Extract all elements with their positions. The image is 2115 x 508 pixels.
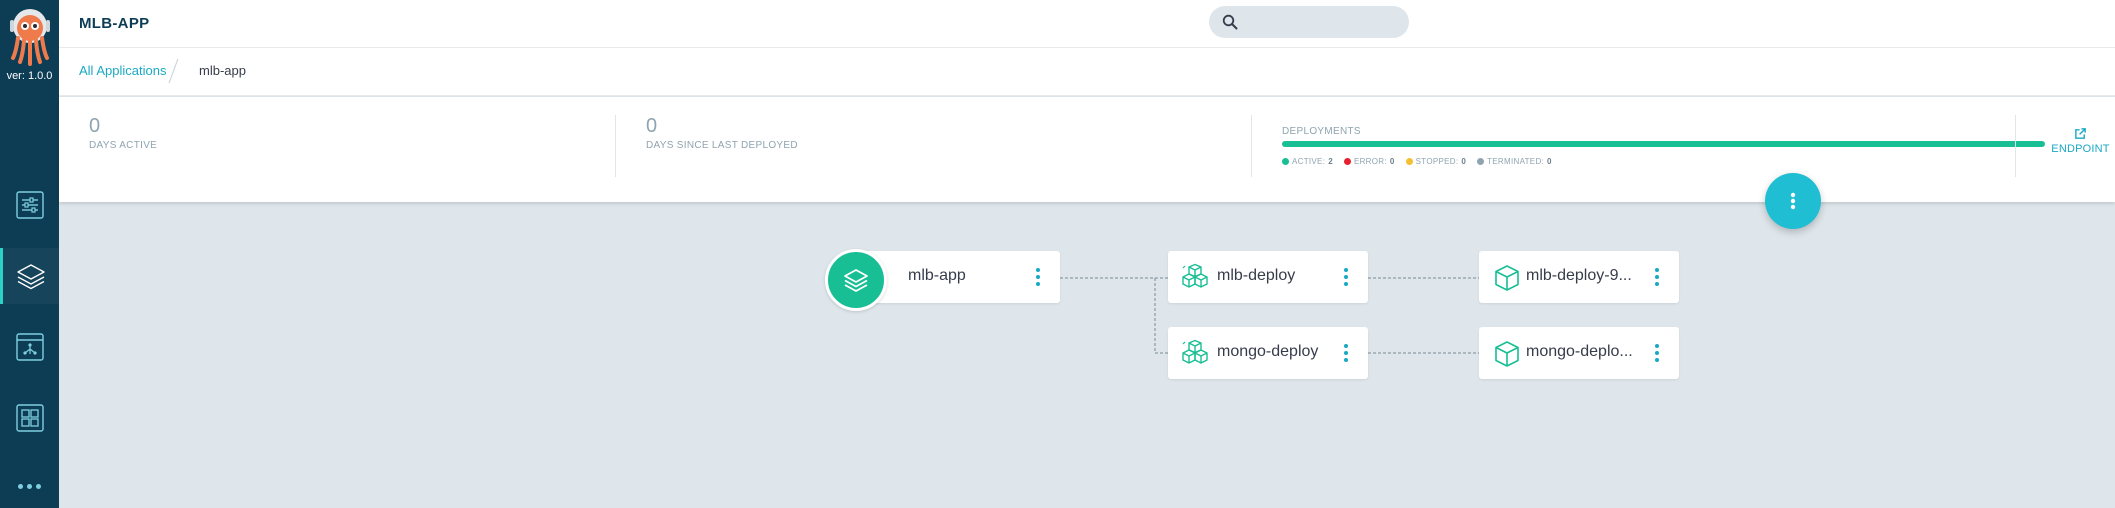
breadcrumb-all-applications[interactable]: All Applications [79, 63, 166, 78]
node-label: mlb-deploy [1217, 267, 1296, 284]
node-label: mlb-deploy-9... [1526, 267, 1632, 284]
cubes-icon [1182, 339, 1208, 364]
stat-days-active: 0 DAYS ACTIVE [89, 115, 157, 151]
endpoint-label: ENDPOINT [2051, 143, 2110, 155]
deployments-progress-bar [1282, 141, 2045, 147]
layers-icon [844, 269, 868, 292]
search-icon [1222, 14, 1238, 30]
divider [1251, 115, 1252, 177]
search-input[interactable] [1209, 6, 1409, 38]
more-icon[interactable] [0, 476, 59, 494]
node-menu-button[interactable] [1342, 264, 1350, 290]
graph-node-deployment[interactable]: mongo-deploy [1168, 327, 1368, 379]
top-bar: MLB-APP [59, 0, 2115, 48]
divider [615, 115, 616, 177]
app-actions-button[interactable] [1765, 173, 1821, 229]
node-label: mongo-deplo... [1526, 343, 1633, 360]
sidebar-item-workflows[interactable] [0, 319, 59, 375]
legend-stopped: STOPPED: 0 [1405, 157, 1466, 166]
legend-terminated: TERMINATED: 0 [1477, 157, 1552, 166]
days-active-value: 0 [89, 115, 101, 137]
argo-logo[interactable] [6, 6, 54, 68]
breadcrumb: All Applications mlb-app [59, 48, 2115, 96]
sidebar-item-settings[interactable] [0, 177, 59, 233]
node-label: mlb-app [908, 267, 966, 284]
sidebar-item-applications[interactable] [0, 248, 59, 304]
tree-icon [15, 333, 44, 361]
graph-node-pod[interactable]: mongo-deplo... [1479, 327, 1679, 379]
breadcrumb-current: mlb-app [199, 63, 246, 78]
node-menu-button[interactable] [1653, 340, 1661, 366]
days-since-deployed-label: DAYS SINCE LAST DEPLOYED [646, 140, 798, 151]
days-active-label: DAYS ACTIVE [89, 140, 158, 151]
graph-node-deployment[interactable]: mlb-deploy [1168, 251, 1368, 303]
node-label: mongo-deploy [1217, 343, 1319, 360]
endpoint-link[interactable]: ENDPOINT [2046, 127, 2115, 155]
legend-error: ERROR: 0 [1343, 157, 1395, 166]
breadcrumb-separator [168, 58, 179, 84]
deployments-label: DEPLOYMENTS [1282, 126, 1361, 137]
cube-icon [1495, 341, 1519, 367]
stat-days-since-deployed: 0 DAYS SINCE LAST DEPLOYED [646, 115, 798, 151]
sliders-icon [15, 191, 44, 219]
grid-icon [15, 404, 44, 432]
node-menu-button[interactable] [1653, 264, 1661, 290]
graph-node-pod[interactable]: mlb-deploy-9... [1479, 251, 1679, 303]
deployments-legend: ACTIVE: 2 ERROR: 0 STOPPED: 0 TERMINATED: 0 [1282, 157, 1552, 166]
page-title: MLB-APP [79, 15, 150, 32]
app-node-circle[interactable] [825, 249, 887, 311]
sidebar: ver: 1.0.0 [0, 0, 59, 508]
legend-active: ACTIVE: 2 [1282, 157, 1333, 166]
node-menu-button[interactable] [1342, 340, 1350, 366]
divider [2015, 115, 2016, 177]
node-menu-button[interactable] [1034, 264, 1042, 290]
cubes-icon [1182, 263, 1208, 288]
external-link-icon [2075, 128, 2086, 139]
more-vertical-icon [1790, 192, 1796, 210]
layers-icon [17, 264, 45, 290]
days-since-deployed-value: 0 [646, 115, 658, 137]
sidebar-item-catalog[interactable] [0, 390, 59, 446]
cube-icon [1495, 265, 1519, 291]
version-label: ver: 1.0.0 [6, 70, 53, 82]
